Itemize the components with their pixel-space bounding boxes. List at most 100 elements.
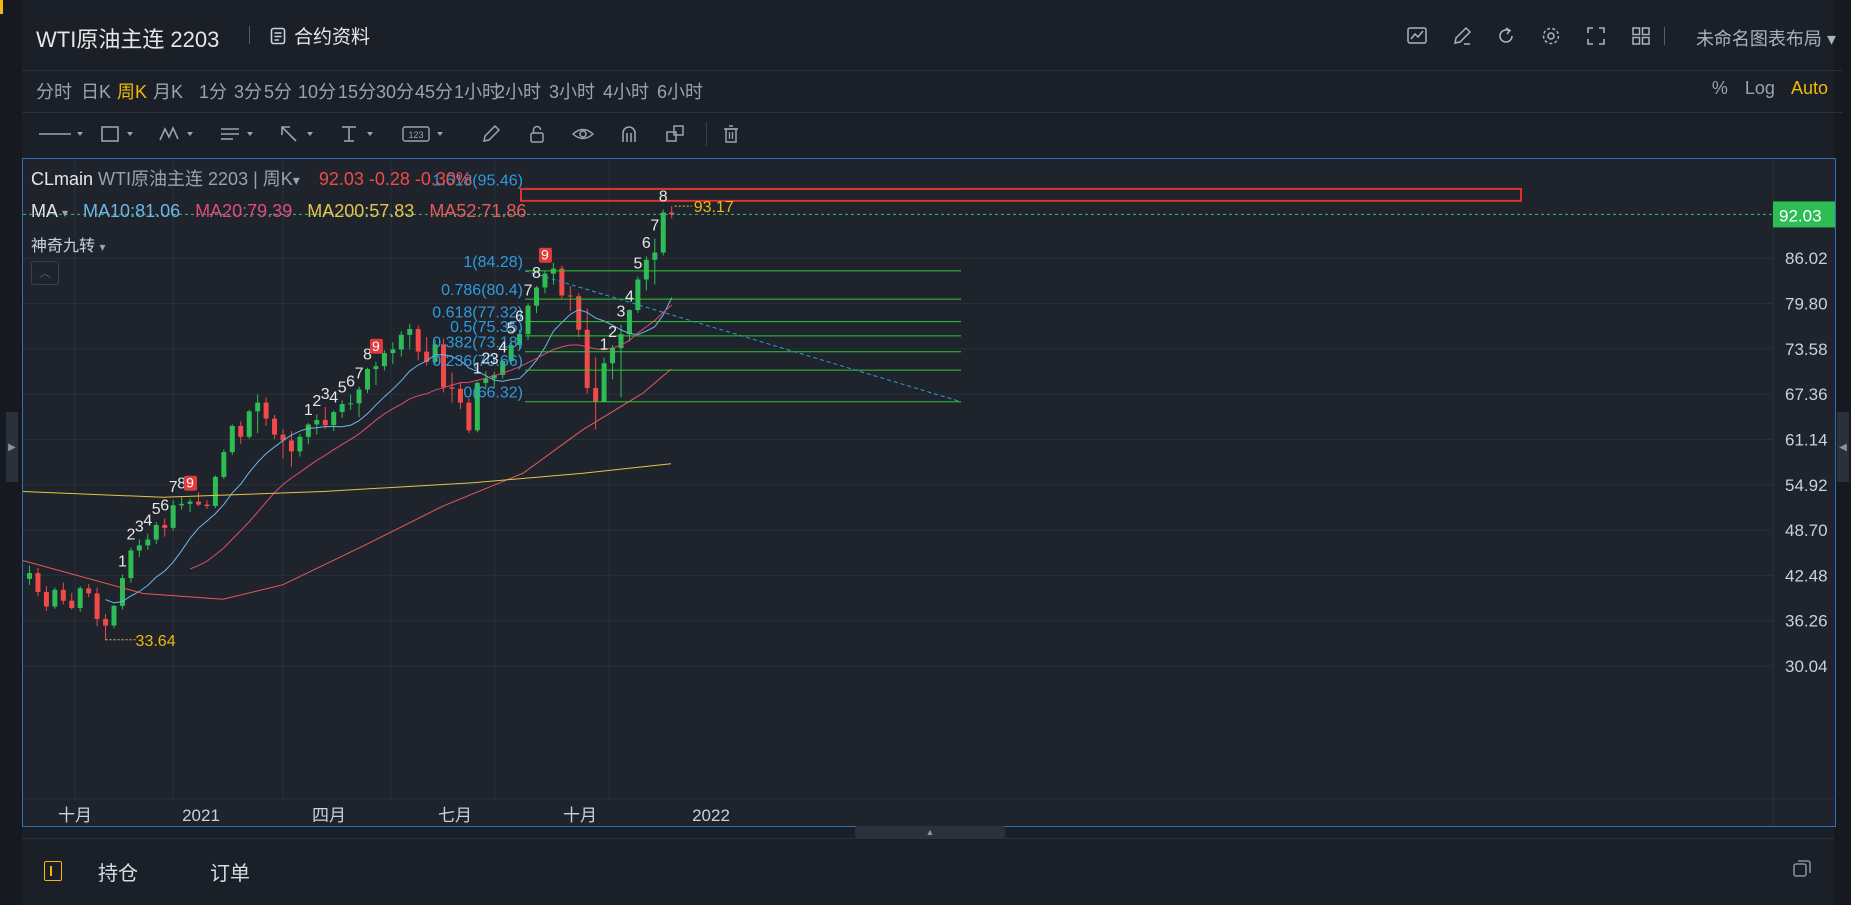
layout-grid-icon[interactable] (1628, 23, 1654, 49)
price-tick-5: 54.92 (1785, 476, 1828, 495)
contract-info-button[interactable]: 合约资料 (270, 22, 370, 49)
candle-body-7 (86, 588, 92, 594)
timeframe-2[interactable]: 周K (117, 78, 147, 104)
chart-area[interactable]: 86.02 79.80 73.58 67.36 61.14 54.92 48.70 42.48… (22, 158, 1836, 827)
timeframe-10[interactable]: 45分 (415, 78, 453, 104)
timeframe-11[interactable]: 1小时 (454, 78, 500, 104)
drawing-toolbar: 123 (22, 112, 1842, 153)
timeframe-3[interactable]: 月K (153, 78, 183, 104)
panel-toggle-icon[interactable] (44, 861, 62, 881)
candle-body-66 (584, 329, 590, 389)
candle-body-46 (415, 329, 421, 352)
timeframe-7[interactable]: 10分 (298, 78, 336, 104)
fullscreen-icon[interactable] (1583, 23, 1609, 49)
svg-text:123: 123 (408, 130, 423, 140)
td-count-td_counts_d-7: 8 (659, 189, 668, 206)
number-label-tool[interactable]: 123 (400, 121, 456, 147)
timeframe-0[interactable]: 分时 (36, 78, 72, 104)
visibility-tool[interactable] (566, 121, 600, 147)
candle-body-61 (542, 273, 548, 288)
line-icon (39, 132, 83, 136)
candle-body-75 (660, 212, 666, 253)
text-tool[interactable] (216, 121, 266, 147)
panel-resize-handle[interactable]: ▲ (855, 826, 1005, 838)
title-bar: WTI原油主连 2203 合约资料 未命名图表布局 ▾ (22, 12, 1842, 60)
candle-body-28 (263, 402, 269, 419)
indicator-icon[interactable] (1404, 23, 1430, 49)
candle-body-73 (643, 259, 649, 280)
timeframe-13[interactable]: 3小时 (549, 78, 595, 104)
td-count-td_counts_c-7: 8 (532, 265, 541, 282)
restore-window-icon[interactable] (1792, 859, 1812, 884)
left-collapse-handle[interactable]: ▶ (6, 412, 18, 482)
legend-quote: CLmain WTI原油主连 2203 | 周K▾ 92.03 -0.28 -0… (31, 165, 472, 191)
ma20-value: MA20:79.39 (195, 201, 293, 221)
gear-icon[interactable] (1538, 23, 1564, 49)
fib-label-1: 1(84.28) (463, 254, 523, 271)
chevron-down-icon: ▾ (99, 240, 106, 254)
bottom-panel: 持仓 订单 (22, 838, 1834, 899)
delete-tool[interactable] (714, 121, 748, 147)
legend-td-indicator[interactable]: 神奇九转 ▾ (31, 232, 106, 256)
candle-body-39 (356, 389, 362, 404)
ma-label[interactable]: MA (31, 201, 58, 221)
candlestick-chart[interactable]: 86.02 79.80 73.58 67.36 61.14 54.92 48.70 42.48… (23, 159, 1835, 826)
price-tick-3: 67.36 (1785, 385, 1828, 404)
legend-ma: MA ▾ MA10:81.06 MA20:79.39 MA200:57.83 MA… (31, 201, 526, 222)
timeframe-1[interactable]: 日K (81, 78, 111, 104)
legend-name[interactable]: WTI原油主连 2203 | 周K (98, 169, 293, 189)
td-count-td_counts_a-5: 6 (160, 497, 169, 514)
candle-body-36 (331, 412, 337, 426)
timeframe-6[interactable]: 5分 (264, 78, 292, 104)
price-tick-7: 42.48 (1785, 566, 1828, 585)
td-count-td_counts_d-6: 7 (650, 218, 659, 235)
candle-body-40 (365, 369, 370, 390)
contract-info-label: 合约资料 (294, 27, 371, 48)
pattern-icon (159, 126, 193, 141)
timeframe-4[interactable]: 1分 (199, 78, 227, 104)
eye-icon (571, 128, 595, 140)
timeframe-9[interactable]: 30分 (376, 78, 414, 104)
arrow-tool[interactable] (276, 121, 326, 147)
clone-tool[interactable] (658, 121, 692, 147)
refresh-icon[interactable] (1493, 23, 1519, 49)
fib-label-2: 0.786(80.4) (441, 282, 523, 299)
td-count-td_counts_d-5: 6 (642, 235, 651, 252)
timeframe-15[interactable]: 6小时 (657, 78, 703, 104)
candle-body-31 (288, 440, 294, 452)
high-price-label: 93.17 (694, 199, 734, 216)
timeframe-8[interactable]: 15分 (338, 78, 376, 104)
td-count-td_counts_d-3: 4 (625, 288, 634, 305)
measure-tool[interactable] (336, 121, 386, 147)
right-collapse-handle[interactable]: ◀ (1837, 412, 1849, 482)
candle-body-1 (35, 573, 41, 592)
lock-tool[interactable] (520, 121, 554, 147)
timeframe-12[interactable]: 2小时 (495, 78, 541, 104)
auto-scale-button[interactable]: Auto (1791, 78, 1828, 98)
draw-icon[interactable] (1449, 23, 1475, 49)
line-tool[interactable] (36, 121, 86, 147)
candle-body-59 (525, 305, 531, 335)
collapse-legend-button[interactable]: ︿ (31, 261, 59, 285)
timeframe-5[interactable]: 3分 (234, 78, 262, 104)
rectangle-tool[interactable] (96, 121, 146, 147)
log-scale-button[interactable]: Log (1745, 78, 1775, 98)
text-icon (221, 128, 253, 140)
magnet-tool[interactable] (612, 121, 646, 147)
tab-positions[interactable]: 持仓 (98, 857, 138, 886)
percent-scale-button[interactable]: % (1712, 78, 1728, 98)
timeframe-14[interactable]: 4小时 (603, 78, 649, 104)
layout-label: 未命名图表布局 (1695, 29, 1822, 49)
pencil-tool[interactable] (474, 121, 508, 147)
td-count-td_counts_a-8: 9 (186, 475, 194, 491)
layout-selector[interactable]: 未命名图表布局 ▾ (1696, 25, 1836, 51)
candle-body-34 (314, 420, 320, 425)
candle-body-52 (466, 402, 472, 431)
pattern-tool[interactable] (156, 121, 206, 147)
tab-orders[interactable]: 订单 (210, 857, 250, 886)
symbol-title[interactable]: WTI原油主连 2203 (36, 22, 219, 54)
td-count-td_counts_d-1: 2 (608, 324, 617, 341)
price-tick-9: 30.04 (1785, 657, 1828, 676)
time-tick-2: 四月 (312, 806, 346, 825)
ma52-value: MA52:71.86 (429, 201, 527, 221)
